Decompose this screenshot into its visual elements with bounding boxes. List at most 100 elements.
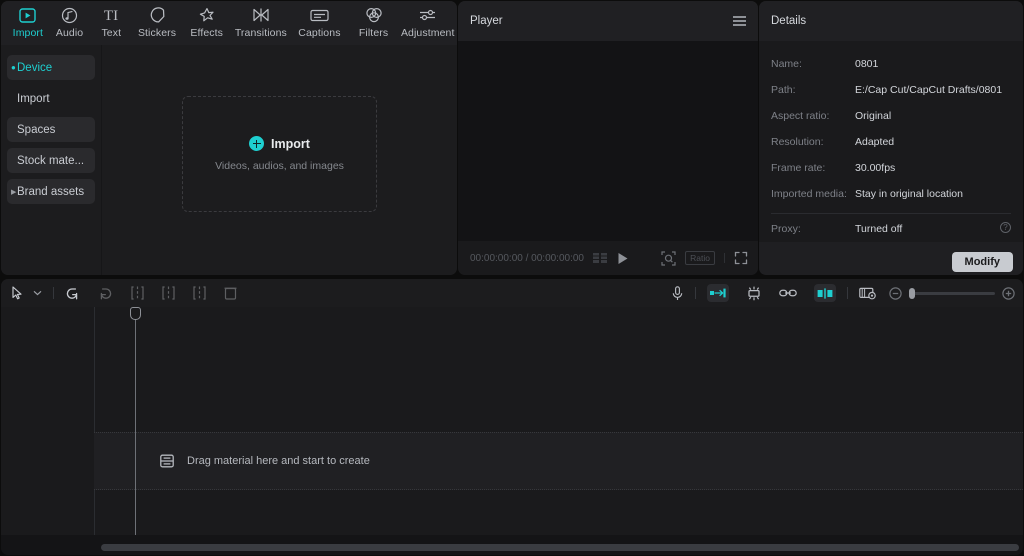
detail-label-imported-media: Imported media: — [771, 188, 847, 200]
sidebar-item-device[interactable]: ● Device — [7, 55, 95, 80]
snap-to-clip-button[interactable] — [707, 284, 729, 302]
center-align-button[interactable] — [814, 284, 836, 302]
player-title: Player — [470, 15, 503, 27]
library-tabbar: Import Audio TI Text Stickers Effects Tr… — [1, 1, 457, 45]
trim-left-icon[interactable] — [162, 286, 175, 300]
zoom-in-icon[interactable] — [1002, 286, 1015, 300]
captions-icon — [310, 5, 329, 25]
snapshot-list-icon[interactable] — [593, 252, 608, 264]
detail-row-proxy: Proxy: Turned off ? — [771, 216, 1011, 242]
chevron-right-icon: ▶ — [11, 188, 17, 196]
plus-circle-icon — [249, 136, 265, 151]
controls-divider — [724, 253, 725, 263]
sidebar-item-spaces-label: Spaces — [17, 123, 56, 136]
player-menu-icon[interactable] — [733, 16, 746, 26]
tab-stickers[interactable]: Stickers — [132, 1, 182, 43]
details-panel: Details Name: 0801 Path: E:/Cap Cut/CapC… — [759, 1, 1023, 275]
library-body: ● Device Import Spaces Stock mate... ▶ B — [1, 45, 457, 275]
tab-effects[interactable]: Effects — [182, 1, 232, 43]
detail-value-imported-media: Stay in original location — [855, 188, 963, 200]
sidebar-item-import-label: Import — [17, 92, 50, 105]
sidebar-item-import[interactable]: Import — [7, 86, 95, 111]
media-library-panel: Import Audio TI Text Stickers Effects Tr… — [1, 1, 457, 275]
detail-row-imported-media: Imported media: Stay in original locatio… — [771, 181, 1011, 207]
timeline-dropzone[interactable]: Drag material here and start to create — [94, 432, 1023, 490]
sticker-icon — [149, 5, 166, 25]
detail-value-frame-rate: 30.00fps — [855, 162, 896, 174]
timeline-dropzone-text: Drag material here and start to create — [187, 455, 370, 467]
tab-text-label: Text — [101, 27, 122, 39]
link-clips-icon[interactable] — [779, 288, 797, 298]
tab-filters[interactable]: Filters — [349, 1, 399, 43]
tab-captions[interactable]: Captions — [290, 1, 349, 43]
player-preview-stage[interactable] — [458, 41, 758, 241]
detail-value-path: E:/Cap Cut/CapCut Drafts/0801 — [855, 84, 1003, 96]
select-tool-icon[interactable] — [11, 286, 24, 300]
help-icon[interactable]: ? — [1000, 222, 1011, 233]
delete-clip-icon[interactable] — [224, 286, 237, 300]
modify-button[interactable]: Modify — [951, 252, 1013, 272]
tab-captions-label: Captions — [298, 27, 341, 39]
detail-label-aspect-ratio: Aspect ratio: — [771, 110, 830, 122]
tab-filters-label: Filters — [358, 27, 389, 39]
zoom-out-icon[interactable] — [889, 286, 902, 300]
detail-value-name: 0801 — [855, 58, 879, 70]
zoom-slider-handle[interactable] — [909, 287, 915, 299]
redo-icon[interactable] — [98, 287, 113, 300]
fullscreen-icon[interactable] — [734, 251, 748, 265]
aspect-ratio-button[interactable]: Ratio — [685, 251, 715, 265]
sidebar-item-device-label: Device — [17, 61, 53, 74]
timeline-panel: Drag material here and start to create — [1, 279, 1023, 555]
player-panel: Player 00:00:00:00 / 00:00:00:00 Ratio — [458, 1, 758, 275]
playhead-handle[interactable] — [130, 307, 141, 320]
details-body: Name: 0801 Path: E:/Cap Cut/CapCut Draft… — [759, 41, 1023, 242]
tab-audio[interactable]: Audio — [49, 1, 91, 43]
trim-right-icon[interactable] — [193, 286, 206, 300]
tab-import-label: Import — [12, 27, 44, 39]
toolbar-divider-2 — [695, 287, 696, 299]
timeline-horizontal-scrollbar[interactable] — [101, 544, 1019, 551]
detail-label-resolution: Resolution: — [771, 136, 824, 148]
tab-audio-label: Audio — [55, 27, 84, 39]
filters-circles-icon — [365, 5, 383, 25]
toolbar-divider-3 — [847, 287, 848, 299]
adjustment-sliders-icon — [418, 5, 437, 25]
timeline-start-line — [94, 307, 95, 535]
text-ti-icon: TI — [100, 5, 122, 25]
split-clip-icon[interactable] — [131, 286, 144, 300]
timeline-track-headers — [1, 307, 94, 535]
import-dropzone[interactable]: Import Videos, audios, and images — [182, 96, 377, 212]
svg-text:TI: TI — [104, 8, 118, 23]
sidebar-item-brand-assets[interactable]: ▶ Brand assets — [7, 179, 95, 204]
timeline-canvas[interactable]: Drag material here and start to create — [94, 307, 1023, 535]
tab-effects-label: Effects — [190, 27, 224, 39]
undo-icon[interactable] — [65, 287, 80, 300]
tab-stickers-label: Stickers — [137, 27, 177, 39]
sidebar-item-stock-materials[interactable]: Stock mate... — [7, 148, 95, 173]
frame-preview-icon[interactable] — [859, 286, 877, 300]
toolbar-divider-1 — [53, 287, 54, 299]
detail-row-frame-rate: Frame rate: 30.00fps — [771, 155, 1011, 181]
player-timecode: 00:00:00:00 / 00:00:00:00 — [470, 252, 584, 264]
tab-transitions[interactable]: Transitions — [232, 1, 291, 43]
import-dropzone-row: Import — [249, 136, 310, 151]
library-sidebar: ● Device Import Spaces Stock mate... ▶ B — [1, 45, 102, 275]
timeline-playhead[interactable] — [130, 307, 141, 535]
tab-text[interactable]: TI Text — [90, 1, 132, 43]
detail-label-frame-rate: Frame rate: — [771, 162, 826, 174]
tab-adjustment[interactable]: Adjustment — [398, 1, 457, 43]
import-icon — [19, 5, 37, 25]
zoom-to-fit-icon[interactable] — [661, 250, 676, 266]
tab-import[interactable]: Import — [7, 1, 49, 43]
timeline-zoom-slider[interactable] — [909, 287, 995, 299]
transitions-bowtie-icon — [252, 5, 270, 25]
magnet-snap-icon[interactable] — [746, 286, 762, 301]
select-tool-dropdown-icon[interactable] — [33, 290, 42, 296]
play-button[interactable] — [617, 252, 629, 265]
import-dropzone-label: Import — [271, 136, 310, 151]
microphone-icon[interactable] — [671, 285, 684, 301]
sidebar-item-spaces[interactable]: Spaces — [7, 117, 95, 142]
detail-label-name: Name: — [771, 58, 802, 70]
sidebar-item-stock-materials-label: Stock mate... — [17, 154, 85, 167]
details-divider — [771, 213, 1011, 214]
